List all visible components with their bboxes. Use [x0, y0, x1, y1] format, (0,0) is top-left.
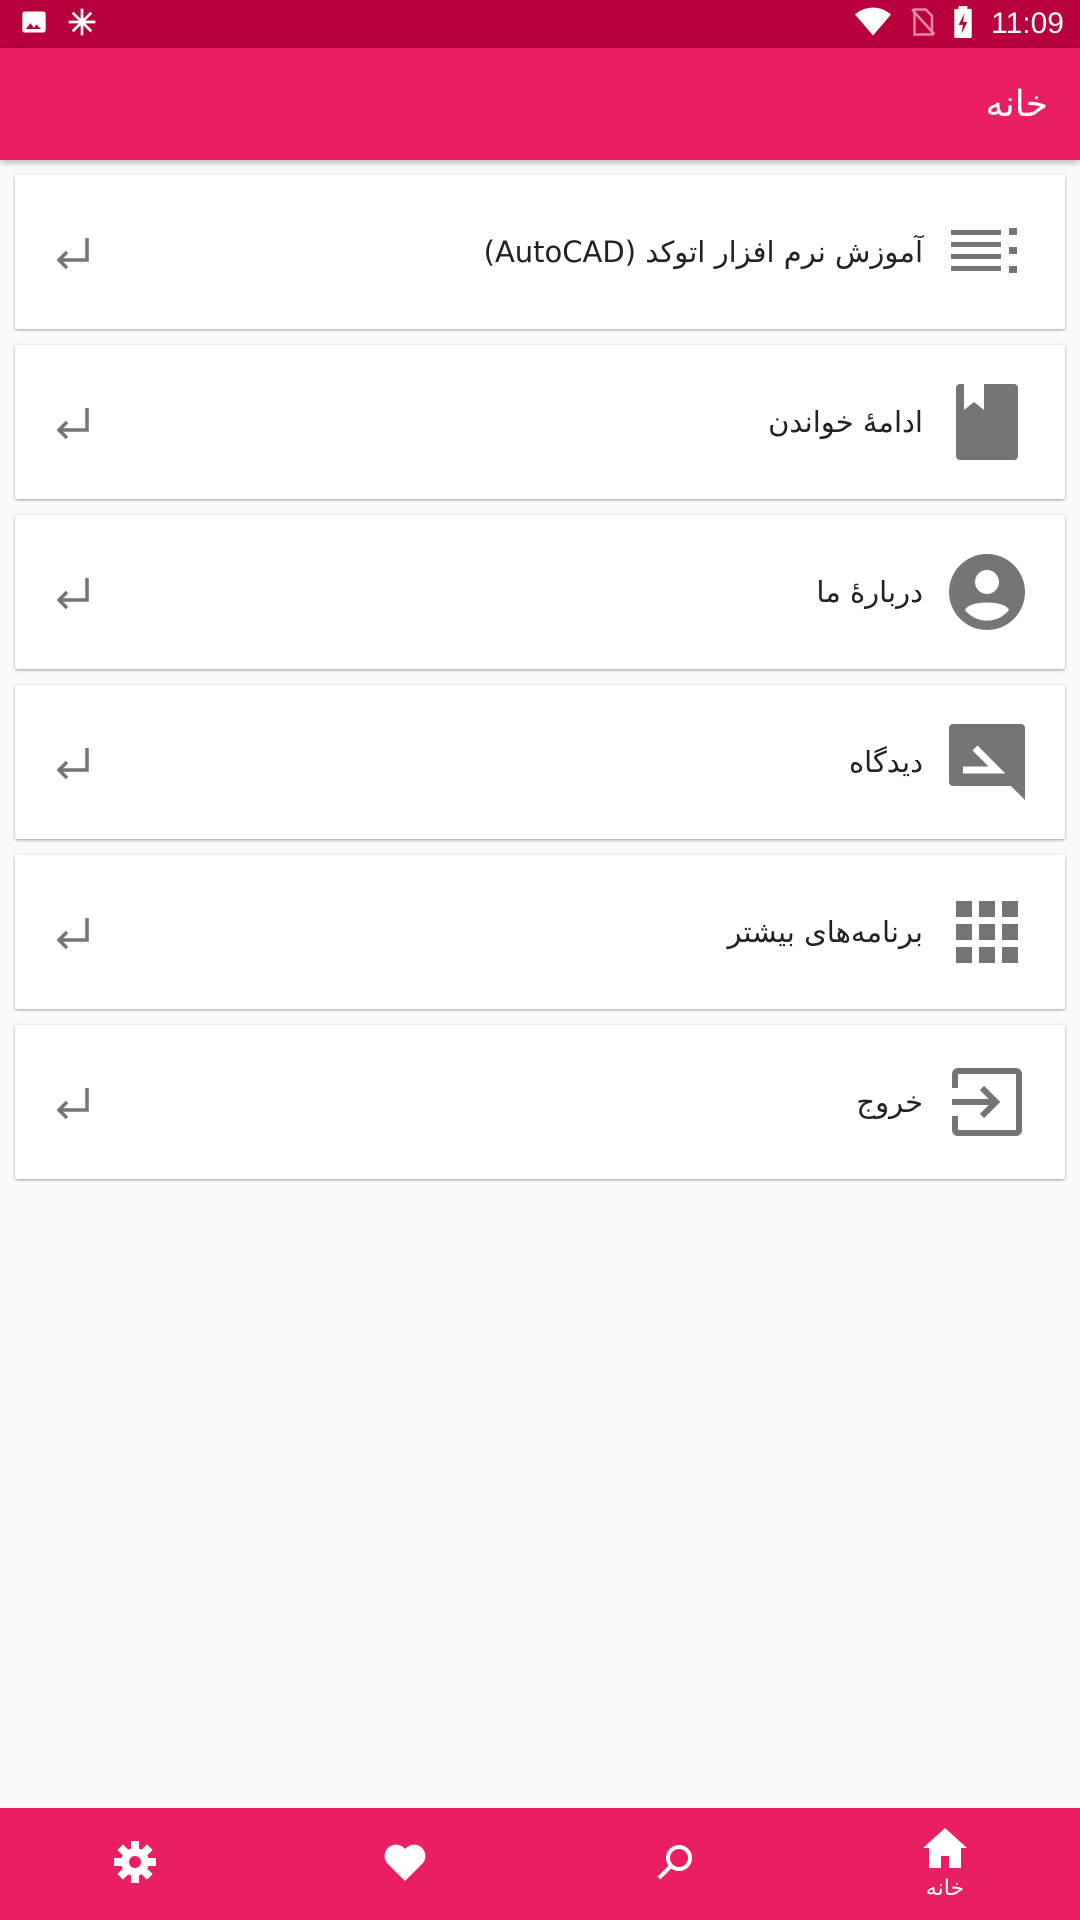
- wifi-icon: [855, 7, 892, 41]
- menu-item-exit[interactable]: خروج: [15, 1025, 1065, 1179]
- nav-search[interactable]: [540, 1808, 810, 1920]
- menu-item-feedback[interactable]: دیدگاه: [15, 685, 1065, 839]
- settings-icon: [114, 1841, 156, 1887]
- menu-item-autocad-tutorial[interactable]: آموزش نرم افزار اتوکد (AutoCAD): [15, 175, 1065, 329]
- nav-settings[interactable]: [0, 1808, 270, 1920]
- bottom-navigation: خانه: [0, 1808, 1080, 1920]
- app-bar: خانه: [0, 48, 1080, 160]
- home-icon: [923, 1827, 967, 1872]
- no-sim-icon: [909, 7, 936, 41]
- account-circle-icon: [947, 552, 1027, 632]
- menu-list: آموزش نرم افزار اتوکد (AutoCAD) ادامهٔ خ…: [15, 175, 1065, 1195]
- return-arrow-icon: [53, 742, 93, 782]
- return-arrow-icon: [53, 402, 93, 442]
- page-title: خانه: [985, 83, 1048, 125]
- return-arrow-icon: [53, 232, 93, 272]
- search-icon: [655, 1842, 695, 1886]
- status-right-icons: 11:09: [855, 6, 1064, 42]
- menu-item-more-apps[interactable]: برنامه‌های بیشتر: [15, 855, 1065, 1009]
- nav-home-label: خانه: [925, 1875, 965, 1901]
- list-icon: [947, 212, 1027, 292]
- battery-charging-icon: [953, 6, 973, 42]
- exit-icon: [947, 1062, 1027, 1142]
- comment-edit-icon: [947, 722, 1027, 802]
- menu-item-label: آموزش نرم افزار اتوکد (AutoCAD): [483, 235, 923, 269]
- status-bar: 11:09: [0, 0, 1080, 48]
- menu-item-continue-reading[interactable]: ادامهٔ خواندن: [15, 345, 1065, 499]
- heart-icon: [384, 1843, 426, 1885]
- snowflake-icon: [66, 6, 98, 42]
- return-arrow-icon: [53, 1082, 93, 1122]
- menu-item-label: برنامه‌های بیشتر: [727, 915, 923, 949]
- bookmark-book-icon: [947, 382, 1027, 462]
- return-arrow-icon: [53, 912, 93, 952]
- menu-item-label: دربارهٔ ما: [816, 575, 923, 609]
- menu-item-label: دیدگاه: [848, 745, 923, 779]
- nav-home[interactable]: خانه: [810, 1808, 1080, 1920]
- menu-item-about-us[interactable]: دربارهٔ ما: [15, 515, 1065, 669]
- image-icon: [20, 8, 48, 40]
- status-left-icons: [20, 6, 98, 42]
- status-time: 11:09: [991, 7, 1064, 40]
- apps-grid-icon: [947, 892, 1027, 972]
- nav-favorites[interactable]: [270, 1808, 540, 1920]
- return-arrow-icon: [53, 572, 93, 612]
- menu-item-label: خروج: [856, 1085, 923, 1119]
- menu-item-label: ادامهٔ خواندن: [768, 405, 923, 439]
